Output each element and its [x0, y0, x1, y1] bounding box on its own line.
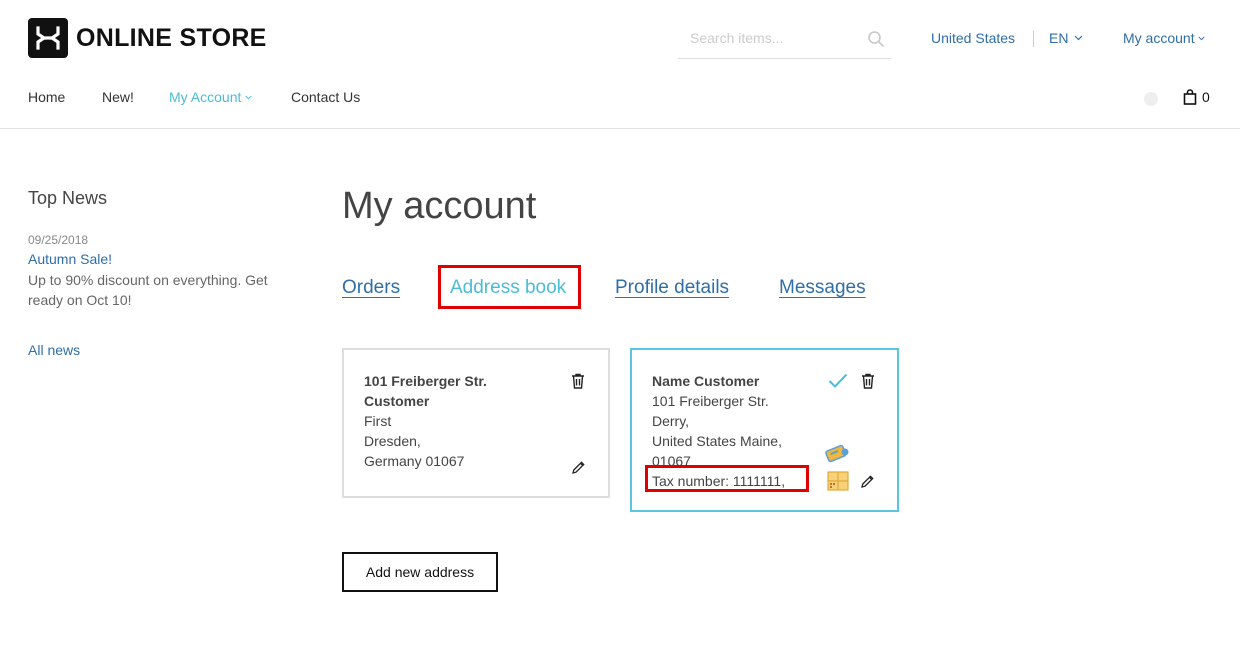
tab-messages[interactable]: Messages — [779, 277, 866, 299]
address-line: Dresden, — [364, 433, 421, 449]
nav-my-account[interactable]: My Account — [169, 89, 252, 105]
language-label: EN — [1049, 30, 1069, 46]
edit-pencil-icon[interactable] — [860, 474, 875, 489]
account-menu[interactable]: My account — [1123, 30, 1205, 46]
address-line: Customer — [364, 393, 430, 409]
country-selector[interactable]: United States — [931, 30, 1015, 46]
header-divider — [0, 128, 1240, 129]
sidebar-heading: Top News — [28, 188, 108, 208]
search-input[interactable] — [690, 30, 870, 46]
trash-icon[interactable] — [861, 373, 875, 389]
address-line: First — [364, 413, 392, 429]
chevron-down-icon — [245, 95, 252, 99]
address-line: Germany 01067 — [364, 453, 465, 469]
news-date: 09/25/2018 — [28, 233, 89, 247]
address-line: 101 Freiberger Str. — [364, 373, 487, 389]
shopping-bag-icon — [1183, 89, 1197, 105]
logo-icon — [28, 18, 68, 58]
nav-home[interactable]: Home — [28, 89, 65, 105]
search-icon[interactable] — [867, 30, 885, 48]
search-box[interactable] — [678, 22, 891, 59]
shipping-label-icon — [825, 444, 849, 463]
chevron-down-icon — [1198, 36, 1205, 40]
trash-icon[interactable] — [571, 373, 585, 389]
divider — [1033, 31, 1034, 47]
address-card: 101 Freiberger Str. Customer First Dresd… — [342, 348, 610, 498]
account-label: My account — [1123, 30, 1195, 46]
all-news-link[interactable]: All news — [28, 342, 80, 358]
theme-toggle-icon[interactable] — [1143, 91, 1159, 107]
news-title-link[interactable]: Autumn Sale! — [28, 251, 112, 267]
billing-calendar-icon — [827, 471, 849, 491]
default-checkmark-icon[interactable] — [828, 373, 848, 389]
nav-new[interactable]: New! — [102, 89, 134, 105]
tab-orders[interactable]: Orders — [342, 277, 400, 299]
language-selector[interactable]: EN — [1049, 30, 1083, 46]
tab-profile-details[interactable]: Profile details — [615, 277, 729, 299]
add-new-address-button[interactable]: Add new address — [342, 552, 498, 592]
address-line: Name Customer — [652, 373, 760, 389]
nav-my-account-label: My Account — [169, 89, 242, 105]
cart-count: 0 — [1202, 89, 1210, 105]
news-body: Up to 90% discount on everything. Get re… — [28, 272, 268, 308]
brand-name: ONLINE STORE — [76, 23, 267, 52]
page-title: My account — [342, 185, 537, 227]
highlight-box — [645, 465, 809, 492]
edit-pencil-icon[interactable] — [571, 460, 586, 475]
address-line: 101 Freiberger Str. — [652, 393, 769, 409]
address-line: Derry, — [652, 413, 690, 429]
chevron-down-icon — [1075, 35, 1083, 41]
highlight-box — [438, 265, 581, 309]
store-logo[interactable]: ONLINE STORE — [28, 18, 267, 58]
cart-button[interactable]: 0 — [1183, 89, 1210, 105]
nav-contact-us[interactable]: Contact Us — [291, 89, 360, 105]
address-line: United States Maine, — [652, 433, 782, 449]
